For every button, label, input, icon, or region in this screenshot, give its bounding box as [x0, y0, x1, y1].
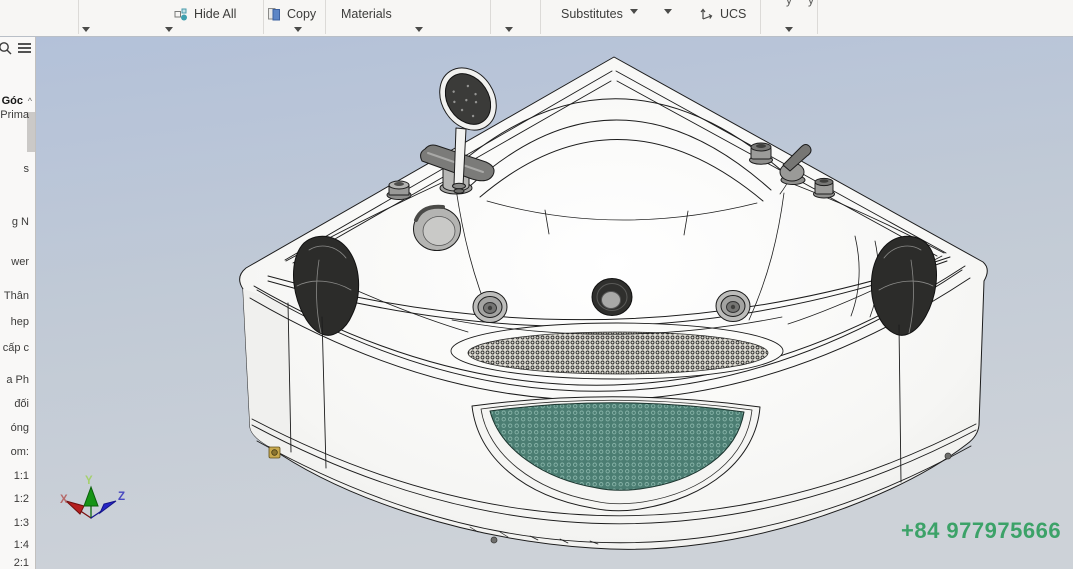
ribbon-group-dropdown-arrow[interactable] — [82, 27, 90, 32]
ucs-label: UCS — [720, 7, 746, 21]
toolbar-divider — [78, 0, 79, 34]
ribbon-group-dropdown-arrow[interactable] — [785, 27, 793, 32]
sidebar-item[interactable]: a Ph — [6, 374, 29, 387]
application-window: X Y Z +84 977975666 Hide All C — [0, 0, 1073, 569]
ribbon-group-dropdown-arrow[interactable] — [165, 27, 173, 32]
toolbar-divider — [490, 0, 491, 34]
copy-label: Copy — [287, 7, 316, 21]
sidebar-item[interactable]: cấp c — [3, 342, 29, 355]
substitutes-label: Substitutes — [561, 7, 623, 21]
sidebar-item[interactable]: đối — [14, 398, 29, 411]
apron-screw-gold — [269, 447, 280, 458]
search-icon[interactable] — [0, 41, 12, 55]
clipped-text-remnant: y — [808, 0, 814, 7]
axis-x-label: X — [60, 494, 68, 506]
sidebar-item[interactable]: óng — [11, 422, 29, 435]
materials-button[interactable]: Materials — [337, 3, 396, 25]
front-jet-left[interactable] — [473, 292, 507, 323]
sidebar-item[interactable]: 1:3 — [14, 517, 29, 530]
sidebar-item[interactable]: Góc ^ — [2, 95, 23, 108]
toolbar-divider — [817, 0, 818, 34]
sidebar-item[interactable]: 1:4 — [14, 539, 29, 552]
axis-y-label: Y — [85, 475, 93, 487]
sidebar-item[interactable]: om: — [11, 446, 29, 459]
toolbar-divider — [540, 0, 541, 34]
materials-label: Materials — [341, 7, 392, 21]
wall-jet-left[interactable] — [414, 207, 461, 251]
sidebar-item[interactable]: Thân — [4, 290, 29, 303]
hide-all-button[interactable]: Hide All — [170, 3, 240, 25]
substitutes-button[interactable]: Substitutes — [557, 3, 627, 25]
viewport-3d[interactable]: X Y Z — [0, 0, 1073, 569]
menu-icon[interactable] — [17, 42, 32, 54]
copy-icon — [267, 7, 282, 21]
sidebar-item[interactable]: s — [24, 163, 30, 176]
browser-panel: Góc ^ Prima s g N wer Thân hep cấp c a P… — [0, 36, 36, 569]
dropdown-arrow-icon[interactable] — [664, 9, 672, 14]
sidebar-item[interactable]: wer — [11, 256, 29, 269]
deck-knob-right-2[interactable] — [814, 178, 835, 198]
apron-screw-center — [491, 537, 497, 543]
toolbar-divider — [325, 0, 326, 34]
ribbon-toolbar: Hide All Copy Materials Substitutes UCS — [0, 0, 1073, 37]
clipped-text-remnant: y — [786, 0, 792, 7]
deck-knob-right-1[interactable] — [750, 143, 773, 164]
hide-all-label: Hide All — [194, 7, 236, 21]
sidebar-item[interactable]: 2:1 — [14, 557, 29, 569]
collapse-chevron-icon[interactable]: ^ — [28, 95, 32, 108]
toolbar-divider — [760, 0, 761, 34]
sidebar-item[interactable]: 1:1 — [14, 470, 29, 483]
front-jet-right[interactable] — [716, 291, 750, 322]
deck-knob-left[interactable] — [387, 181, 411, 200]
sidebar-item[interactable]: 1:2 — [14, 493, 29, 506]
ucs-button[interactable]: UCS — [695, 3, 750, 25]
drain-control[interactable] — [592, 279, 632, 316]
ucs-axis-icon — [699, 7, 715, 21]
sidebar-item[interactable]: Prima — [0, 109, 29, 122]
copy-button[interactable]: Copy — [263, 3, 320, 25]
floor-antislip-texture — [468, 332, 768, 374]
apron-screw-right — [945, 453, 951, 459]
ribbon-group-dropdown-arrow[interactable] — [415, 27, 423, 32]
axis-z-label: Z — [118, 491, 125, 503]
visibility-icon — [174, 8, 189, 21]
ribbon-group-dropdown-arrow[interactable] — [294, 27, 302, 32]
ribbon-group-dropdown-arrow[interactable] — [505, 27, 513, 32]
sidebar-item[interactable]: hep — [11, 316, 29, 329]
sidebar-item[interactable]: g N — [12, 216, 29, 229]
substitutes-dropdown-arrow-icon[interactable] — [630, 9, 638, 14]
watermark-phone: +84 977975666 — [901, 518, 1061, 544]
